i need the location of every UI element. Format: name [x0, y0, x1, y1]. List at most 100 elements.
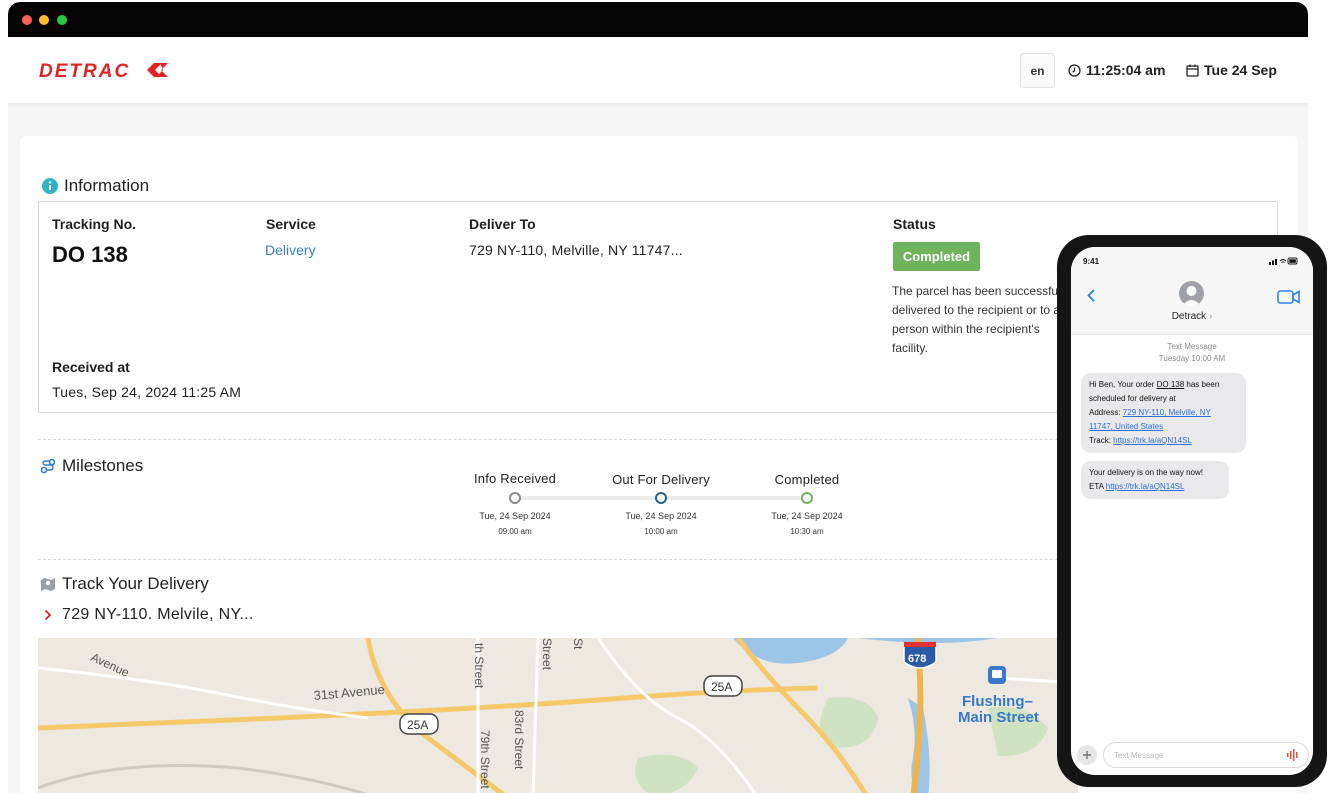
msg1-line1b: has been — [1184, 380, 1220, 389]
current-time: 11:25:04 am — [1068, 62, 1165, 78]
address-row[interactable]: 729 NY-110. Melvile, NY... — [44, 606, 254, 624]
plus-icon — [1083, 751, 1091, 759]
map-label-street-top-1: th Street — [472, 643, 486, 689]
delivery-map[interactable]: Avenue 31st Avenue 25A 25A th Street Str… — [38, 638, 1078, 793]
milestone-dot-completed — [801, 492, 813, 504]
phone-screen: 9:41 Detrack › Text Message Tuesday 10:0… — [1071, 247, 1313, 775]
chevron-right-icon — [44, 609, 52, 621]
contact-name[interactable]: Detrack › — [1071, 311, 1313, 322]
msg1-track-link[interactable]: https://trk.la/aQN14SL — [1113, 436, 1192, 445]
msg1-order: DO 138 — [1156, 380, 1185, 389]
time-text: 11:25:04 am — [1086, 62, 1166, 78]
message-bubble-1: Hi Ben, Your order DO 138 has been sched… — [1081, 373, 1246, 453]
milestone-info-received-timestamp: Tue, 24 Sep 2024 09:00 am — [455, 508, 575, 536]
milestone-time: 10:00 am — [644, 527, 678, 536]
interstate-678-shield-top — [904, 642, 936, 647]
map-label-25a-right: 25A — [711, 680, 732, 694]
milestone-completed: Completed — [747, 472, 867, 487]
status-badge: Completed — [893, 242, 980, 271]
clock-icon — [1068, 63, 1081, 77]
track-heading: Track Your Delivery — [40, 574, 209, 594]
signal-wifi-battery-icon — [1269, 257, 1298, 265]
milestone-time: 10:30 am — [790, 527, 824, 536]
msg2-eta-label: ETA — [1089, 482, 1106, 491]
milestone-connector-1 — [520, 496, 660, 500]
message-bubble-2: Your delivery is on the way now! ETA htt… — [1081, 461, 1229, 499]
msg1-line2: scheduled for delivery at — [1089, 394, 1176, 403]
close-window-button[interactable] — [22, 15, 32, 25]
msg2-line1: Your delivery is on the way now! — [1089, 468, 1203, 477]
video-camera-icon — [1277, 290, 1300, 304]
back-button[interactable] — [1087, 289, 1095, 307]
phone-status-bar: 9:41 — [1083, 257, 1299, 266]
map-canvas: Avenue 31st Avenue 25A 25A th Street Str… — [38, 638, 1078, 793]
map-label-street-top-3: St — [571, 638, 585, 650]
map-label-79th-street: 79th Street — [478, 730, 492, 789]
address-text: 729 NY-110. Melvile, NY... — [62, 606, 254, 623]
current-date: Tue 24 Sep — [1186, 62, 1277, 78]
milestone-date: Tue, 24 Sep 2024 — [771, 511, 843, 521]
milestone-date: Tue, 24 Sep 2024 — [625, 511, 697, 521]
msg1-line1: Hi Ben, Your order — [1089, 380, 1157, 389]
milestones-heading: Milestones — [40, 456, 143, 476]
deliver-to-label: Deliver To — [469, 216, 536, 232]
status-label: Status — [893, 216, 936, 232]
contact-name-text: Detrack — [1171, 311, 1207, 322]
calendar-icon — [1186, 64, 1199, 77]
map-label-main-street: Main Street — [958, 709, 1039, 726]
transit-station-icon-window — [992, 670, 1002, 678]
chevron-right-icon: › — [1208, 311, 1213, 322]
status-description: The parcel has been successfully deliver… — [892, 284, 1070, 355]
milestone-out-for-delivery: Out For Delivery — [601, 472, 721, 487]
contact-avatar[interactable] — [1179, 281, 1204, 306]
msg2-eta-link[interactable]: https://trk.la/aQN14SL — [1106, 482, 1185, 491]
info-icon — [42, 178, 58, 194]
detrack-logo[interactable]: DETRAC — [39, 61, 171, 84]
message-timestamp: Tuesday 10:00 AM — [1158, 354, 1226, 363]
msg1-address-link[interactable]: 729 NY-110, Melville, NY — [1123, 408, 1211, 417]
map-label-25a-left: 25A — [407, 718, 428, 732]
svg-text:DETRAC: DETRAC — [39, 61, 130, 79]
message-type: Text Message — [1167, 342, 1217, 351]
message-input[interactable]: Text Message — [1103, 742, 1309, 768]
milestone-dot-info-received — [509, 492, 521, 504]
minimize-window-button[interactable] — [39, 15, 49, 25]
map-label-street-top-2: Street — [540, 638, 554, 671]
phone-status-time: 9:41 — [1083, 257, 1100, 266]
msg1-track-label: Track: — [1089, 436, 1114, 445]
map-label-flushing: Flushing– — [962, 693, 1033, 710]
milestones-icon — [40, 458, 56, 474]
milestone-time: 09:00 am — [498, 527, 532, 536]
milestone-info-received: Info Received — [455, 471, 575, 486]
conversation-header: 9:41 Detrack › — [1071, 247, 1313, 335]
message-input-placeholder: Text Message — [1114, 750, 1164, 760]
milestones-title: Milestones — [62, 456, 144, 475]
chevron-left-icon — [1087, 289, 1095, 302]
window-titlebar — [8, 2, 1308, 37]
audio-waveform-icon[interactable] — [1286, 749, 1300, 761]
tracking-number-label: Tracking No. — [52, 216, 137, 232]
person-icon — [1182, 286, 1201, 306]
received-at-label: Received at — [52, 359, 130, 375]
milestone-connector-2 — [666, 496, 806, 500]
msg1-address-label: Address: — [1089, 408, 1123, 417]
add-attachment-button[interactable] — [1077, 745, 1097, 765]
milestone-completed-timestamp: Tue, 24 Sep 2024 10:30 am — [747, 508, 867, 536]
tracking-number-value: DO 138 — [52, 242, 128, 267]
milestone-label: Completed — [774, 472, 840, 487]
video-call-button[interactable] — [1277, 289, 1301, 310]
map-icon — [41, 577, 55, 591]
date-text: Tue 24 Sep — [1204, 62, 1277, 78]
information-title: Information — [64, 176, 150, 195]
msg1-address-link-2[interactable]: 11747, United States — [1089, 422, 1163, 431]
phone-mockup: 9:41 Detrack › Text Message Tuesday 10:0… — [1057, 235, 1327, 787]
received-at-value: Tues, Sep 24, 2024 11:25 AM — [52, 384, 242, 400]
maximize-window-button[interactable] — [57, 15, 67, 25]
milestone-label: Info Received — [473, 471, 557, 486]
map-label-678: 678 — [908, 653, 926, 665]
language-selector[interactable]: en — [1020, 53, 1055, 88]
information-heading: Information — [42, 176, 149, 196]
service-value[interactable]: Delivery — [265, 242, 316, 258]
track-title: Track Your Delivery — [62, 574, 209, 593]
service-label: Service — [266, 216, 316, 232]
